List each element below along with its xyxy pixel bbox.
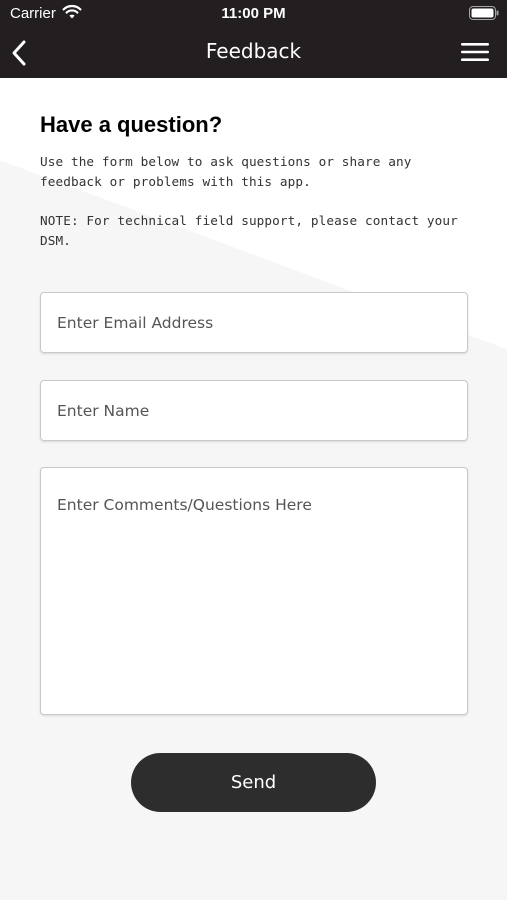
battery-icon: [469, 6, 499, 20]
page-title: Have a question?: [40, 112, 223, 137]
status-time: 11:00 PM: [221, 5, 286, 22]
nav-title: Feedback: [205, 39, 302, 63]
intro-text: Use the form below to ask questions or s…: [40, 154, 412, 189]
status-bar: Carrier 11:00 PM: [0, 0, 507, 28]
app-header: Carrier 11:00 PM Feedback: [0, 0, 507, 78]
intro-section: Have a question? Use the form below to a…: [40, 112, 468, 251]
email-field[interactable]: Enter Email Address: [40, 292, 468, 353]
note-text: NOTE: For technical field support, pleas…: [40, 213, 458, 248]
name-field[interactable]: Enter Name: [40, 380, 468, 441]
comments-field[interactable]: Enter Comments/Questions Here: [40, 467, 468, 715]
nav-bar: Feedback: [0, 28, 507, 78]
send-button[interactable]: Send: [131, 753, 376, 812]
hamburger-menu-icon[interactable]: [461, 41, 489, 63]
